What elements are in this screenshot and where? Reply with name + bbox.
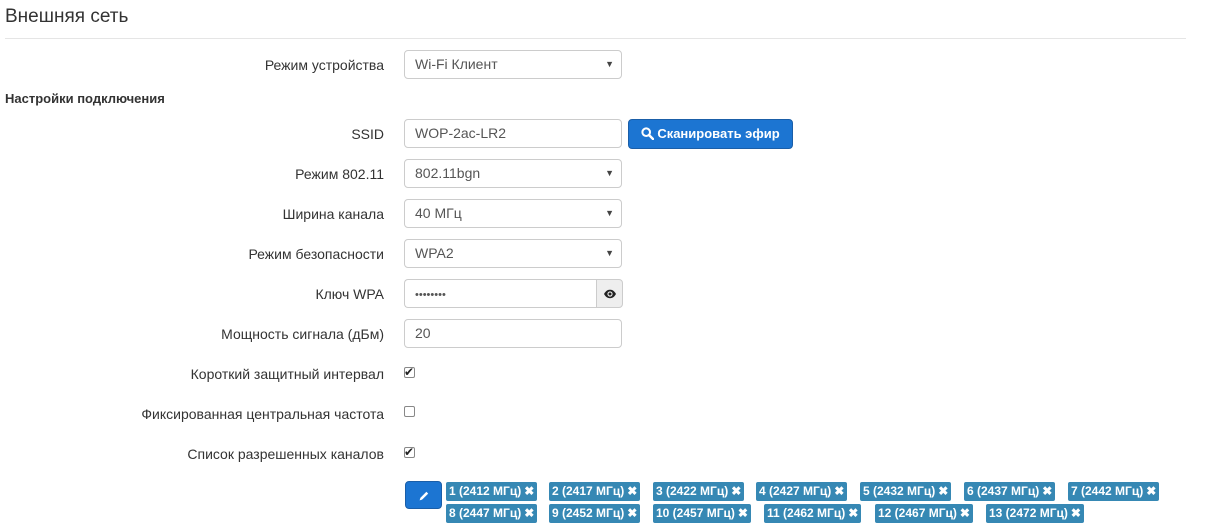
- channel-tag[interactable]: 5 (2432 МГц) ✖: [860, 482, 952, 501]
- mode-80211-value: 802.11bgn: [415, 165, 481, 181]
- scan-air-label: Сканировать эфир: [657, 126, 780, 141]
- mode-80211-select[interactable]: 802.11bgn ▼: [404, 159, 622, 188]
- channel-tag[interactable]: 1 (2412 МГц) ✖: [446, 482, 538, 501]
- signal-power-label: Мощность сигнала (дБм): [221, 326, 384, 342]
- security-mode-label: Режим безопасности: [248, 246, 384, 262]
- wpa-key-group: ••••••••: [404, 279, 623, 308]
- channel-tag-label: 7 (2442 МГц): [1071, 484, 1144, 498]
- channel-tag[interactable]: 13 (2472 МГц) ✖: [986, 504, 1084, 523]
- fixed-center-freq-label: Фиксированная центральная частота: [141, 406, 384, 422]
- allowed-channels-label: Список разрешенных каналов: [187, 446, 384, 462]
- wpa-key-input[interactable]: ••••••••: [404, 279, 597, 308]
- show-password-button[interactable]: [596, 279, 623, 308]
- channel-tag-label: 13 (2472 МГц): [989, 506, 1068, 520]
- dropdown-arrow-icon: ▼: [605, 168, 614, 178]
- short-guard-interval-checkbox[interactable]: ✔: [404, 365, 415, 379]
- fixed-center-freq-checkbox[interactable]: [404, 406, 415, 417]
- device-mode-value: Wi-Fi Клиент: [415, 56, 498, 72]
- channel-width-select[interactable]: 40 МГц ▼: [404, 199, 622, 228]
- channel-tag[interactable]: 2 (2417 МГц) ✖: [549, 482, 641, 501]
- channel-tag-label: 2 (2417 МГц): [552, 484, 625, 498]
- remove-icon[interactable]: ✖: [524, 484, 534, 498]
- allowed-channels-checkbox[interactable]: ✔: [404, 445, 415, 459]
- dropdown-arrow-icon: ▼: [605, 59, 614, 69]
- signal-power-input[interactable]: 20: [404, 319, 622, 348]
- channel-tag-label: 11 (2462 МГц): [767, 506, 846, 520]
- ssid-value: WOP-2ac-LR2: [415, 125, 507, 141]
- wpa-key-value: ••••••••: [415, 289, 446, 301]
- signal-power-value: 20: [415, 325, 431, 341]
- channel-tag[interactable]: 10 (2457 МГц) ✖: [653, 504, 751, 523]
- remove-icon[interactable]: ✖: [627, 506, 637, 520]
- pencil-icon: [419, 492, 428, 501]
- wpa-key-label: Ключ WPA: [315, 286, 384, 302]
- eye-icon: [603, 290, 616, 299]
- connection-settings-heading: Настройки подключения: [5, 91, 165, 106]
- channel-tag-label: 10 (2457 МГц): [656, 506, 735, 520]
- checkmark-icon: ✔: [404, 445, 415, 459]
- device-mode-select[interactable]: Wi-Fi Клиент ▼: [404, 50, 622, 79]
- channel-tag-label: 6 (2437 МГц): [967, 484, 1040, 498]
- ssid-label: SSID: [351, 126, 384, 142]
- remove-icon[interactable]: ✖: [731, 484, 741, 498]
- remove-icon[interactable]: ✖: [848, 506, 858, 520]
- channel-tag-label: 9 (2452 МГц): [552, 506, 625, 520]
- security-mode-select[interactable]: WPA2 ▼: [404, 239, 622, 268]
- channel-tag[interactable]: 11 (2462 МГц) ✖: [764, 504, 862, 523]
- checkmark-icon: ✔: [404, 365, 415, 379]
- channel-tag-label: 8 (2447 МГц): [449, 506, 522, 520]
- short-guard-interval-label: Короткий защитный интервал: [190, 366, 384, 382]
- page-title: Внешняя сеть: [5, 6, 129, 27]
- channel-tag-label: 3 (2422 МГц): [656, 484, 729, 498]
- channel-tag[interactable]: 12 (2467 МГц) ✖: [875, 504, 973, 523]
- security-mode-value: WPA2: [415, 245, 454, 261]
- channel-tag[interactable]: 7 (2442 МГц) ✖: [1068, 482, 1160, 501]
- search-icon: [641, 127, 655, 141]
- channel-tag[interactable]: 6 (2437 МГц) ✖: [964, 482, 1056, 501]
- remove-icon[interactable]: ✖: [1146, 484, 1156, 498]
- edit-channels-button[interactable]: [405, 481, 442, 509]
- channel-tag-label: 12 (2467 МГц): [878, 506, 957, 520]
- remove-icon[interactable]: ✖: [738, 506, 748, 520]
- remove-icon[interactable]: ✖: [834, 484, 844, 498]
- remove-icon[interactable]: ✖: [524, 506, 534, 520]
- channel-tag[interactable]: 9 (2452 МГц) ✖: [549, 504, 641, 523]
- remove-icon[interactable]: ✖: [938, 484, 948, 498]
- title-divider: [5, 38, 1186, 39]
- channel-tag[interactable]: 4 (2427 МГц) ✖: [756, 482, 848, 501]
- remove-icon[interactable]: ✖: [1042, 484, 1052, 498]
- channel-width-value: 40 МГц: [415, 205, 462, 221]
- remove-icon[interactable]: ✖: [627, 484, 637, 498]
- channel-tag[interactable]: 8 (2447 МГц) ✖: [446, 504, 538, 523]
- dropdown-arrow-icon: ▼: [605, 248, 614, 258]
- ssid-input[interactable]: WOP-2ac-LR2: [404, 119, 622, 148]
- channel-tag-label: 4 (2427 МГц): [759, 484, 832, 498]
- channel-width-label: Ширина канала: [282, 206, 384, 222]
- remove-icon[interactable]: ✖: [960, 506, 970, 520]
- channel-tag[interactable]: 3 (2422 МГц) ✖: [653, 482, 745, 501]
- scan-air-button[interactable]: Сканировать эфир: [628, 119, 793, 149]
- channel-tag-label: 5 (2432 МГц): [863, 484, 936, 498]
- dropdown-arrow-icon: ▼: [605, 208, 614, 218]
- remove-icon[interactable]: ✖: [1071, 506, 1081, 520]
- device-mode-label: Режим устройства: [264, 57, 384, 73]
- mode-80211-label: Режим 802.11: [295, 166, 384, 182]
- channel-tag-label: 1 (2412 МГц): [449, 484, 522, 498]
